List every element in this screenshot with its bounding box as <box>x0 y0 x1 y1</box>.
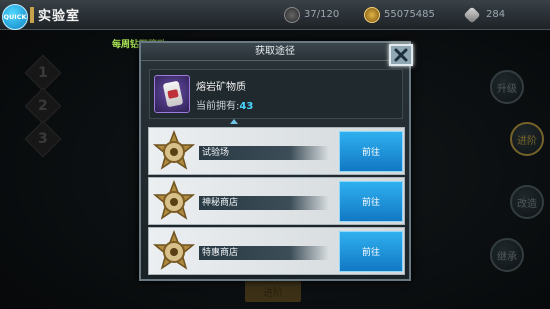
game-screen: QUICK 实验室 37/120 55075485 284 1 2 3 升级 进… <box>0 0 550 309</box>
stamina-icon <box>284 6 300 23</box>
item-info-panel: 熔岩矿物质 当前拥有:43 <box>149 69 403 119</box>
gold-coin-icon <box>364 6 380 23</box>
owned-count: 43 <box>239 101 254 112</box>
quick-label: QUICK <box>3 13 27 21</box>
source-row: 试验场 前往 <box>148 127 405 175</box>
quick-button[interactable]: QUICK <box>2 4 28 30</box>
top-bar: QUICK 实验室 37/120 55075485 284 <box>0 0 550 30</box>
dialog-title: 获取途径 <box>141 43 409 61</box>
page-title: 实验室 <box>30 5 80 24</box>
stamina-counter: 37/120 <box>284 6 339 23</box>
star-medal-icon <box>152 230 196 270</box>
source-row: 神秘商店 前往 <box>148 177 405 225</box>
diamond-value: 284 <box>486 9 506 20</box>
owned-label: 当前拥有: <box>196 101 240 112</box>
source-row: 特惠商店 前往 <box>148 227 405 275</box>
diamond-icon <box>463 6 481 23</box>
gold-counter: 55075485 <box>364 6 435 23</box>
source-name: 试验场 <box>199 146 329 160</box>
source-name: 神秘商店 <box>199 196 329 210</box>
close-icon <box>394 48 408 62</box>
pointer-arrow-icon <box>230 119 238 124</box>
diamond-counter: 284 <box>463 6 506 23</box>
item-owned: 当前拥有:43 <box>196 97 253 112</box>
stamina-value: 37/120 <box>304 9 340 20</box>
page-title-text: 实验室 <box>38 9 81 24</box>
acquire-source-dialog: 获取途径 熔岩矿物质 当前拥有:43 试验场 前往 神秘商店 前往 特惠商店 前… <box>139 41 413 281</box>
go-button-trial-field[interactable]: 前往 <box>339 131 403 172</box>
go-button-mystery-shop[interactable]: 前往 <box>339 181 403 222</box>
close-button[interactable] <box>389 44 413 66</box>
go-button-special-shop[interactable]: 前往 <box>339 231 403 272</box>
star-medal-icon <box>152 180 196 220</box>
star-medal-icon <box>152 130 196 170</box>
item-name: 熔岩矿物质 <box>196 82 246 93</box>
title-marker-icon <box>30 7 34 23</box>
gold-value: 55075485 <box>384 9 435 20</box>
source-name: 特惠商店 <box>199 246 329 260</box>
lava-mineral-icon <box>154 75 190 113</box>
